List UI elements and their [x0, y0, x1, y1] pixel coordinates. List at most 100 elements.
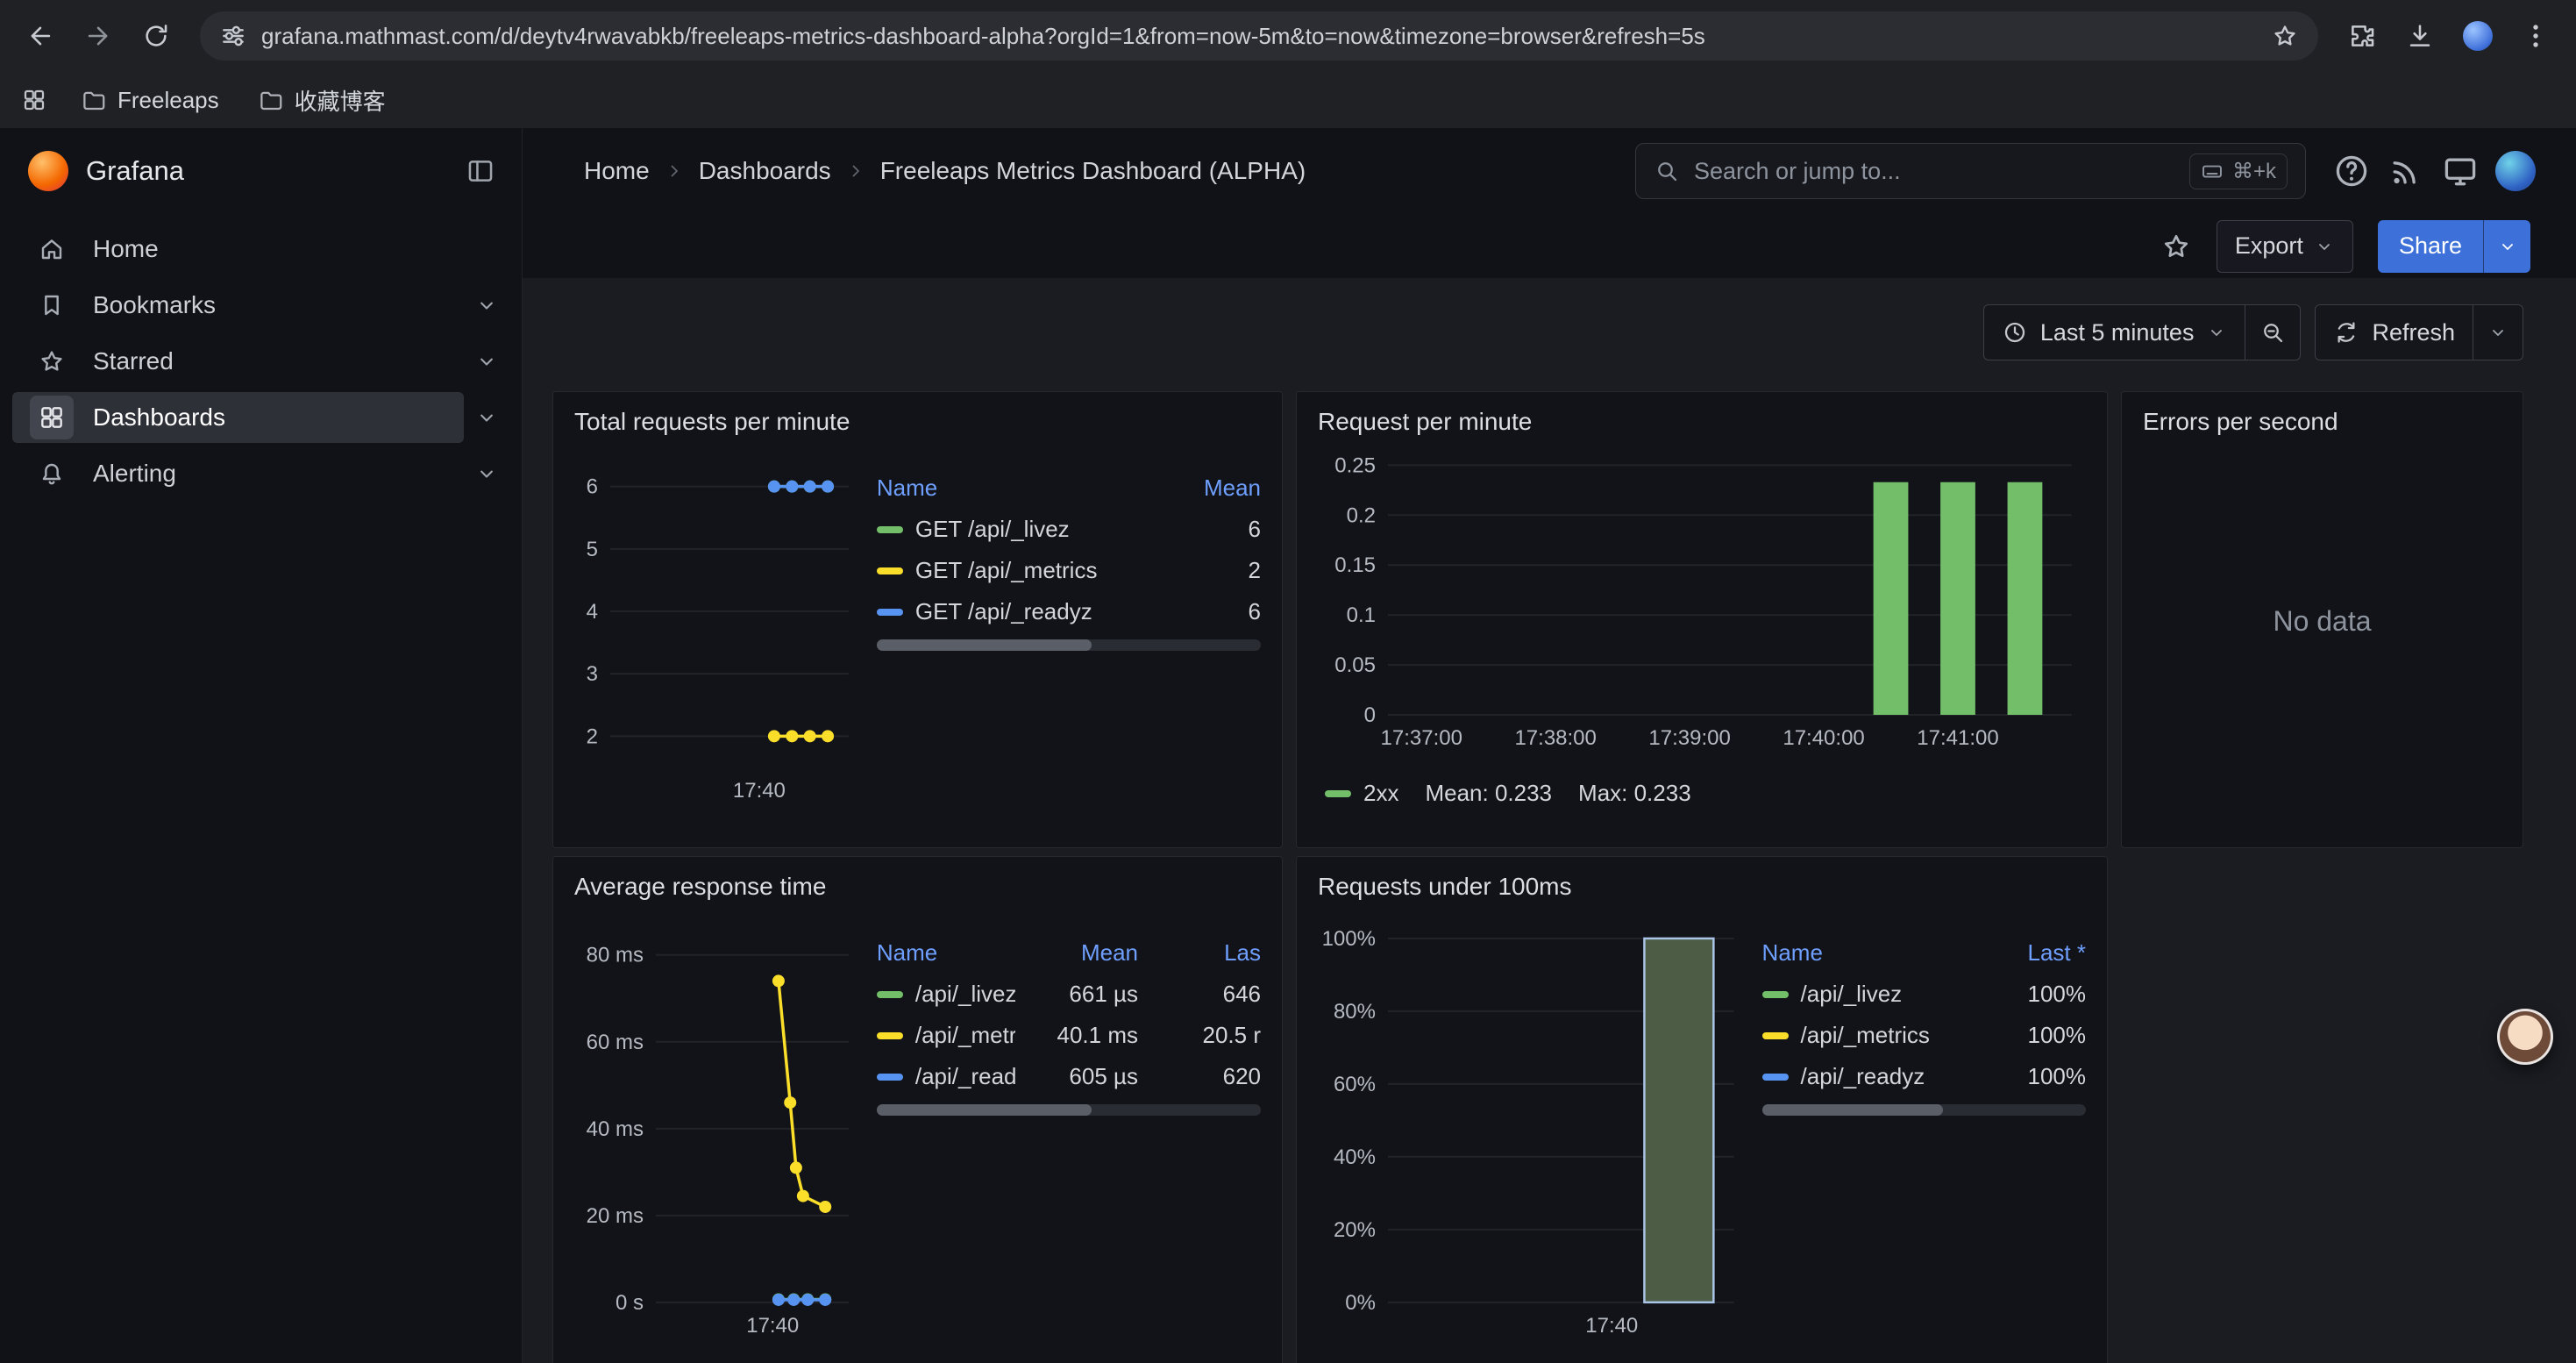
zoom-out-button[interactable]: [2245, 305, 2300, 360]
bookmark-folder[interactable]: Freeleaps: [81, 84, 219, 117]
legend-row[interactable]: /api/_metrics100%: [1762, 1015, 2086, 1056]
legend-scrollbar[interactable]: [877, 639, 1261, 651]
news-feed-icon[interactable]: [2387, 152, 2425, 190]
url-text[interactable]: grafana.mathmast.com/d/deytv4rwavabkb/fr…: [261, 23, 2257, 50]
breadcrumb-item[interactable]: Freeleaps Metrics Dashboard (ALPHA): [880, 157, 1306, 185]
series-swatch: [1762, 991, 1789, 998]
downloads-icon[interactable]: [2395, 11, 2444, 61]
legend-value: 100%: [1963, 981, 2086, 1008]
help-icon[interactable]: [2332, 152, 2371, 190]
legend-series-name[interactable]: /api/_metrics: [1762, 1022, 1963, 1049]
legend-row[interactable]: /api/_livez100%: [1762, 974, 2086, 1015]
legend-row[interactable]: /api/_metrics40.1 ms20.5 r: [877, 1015, 1261, 1056]
legend-table: NameMeanLas/api/_livez661 µs646/api/_met…: [863, 906, 1261, 1345]
reload-icon[interactable]: [132, 11, 181, 61]
sidebar-item-alerting[interactable]: Alerting: [0, 446, 522, 502]
legend-series-name[interactable]: /api/_livez: [1762, 981, 1963, 1008]
share-caret[interactable]: [2483, 220, 2530, 273]
chevron-down-icon[interactable]: [474, 349, 499, 374]
forward-icon[interactable]: [74, 11, 123, 61]
chart-average-response-time[interactable]: 0 s20 ms40 ms60 ms80 ms17:40: [574, 906, 863, 1345]
chevron-down-icon: [2206, 322, 2227, 343]
favorite-star-icon[interactable]: [2160, 231, 2192, 262]
series-swatch: [1325, 790, 1351, 797]
legend-series-name[interactable]: /api/_livez: [877, 981, 1015, 1008]
sidebar-toggle-icon[interactable]: [466, 156, 495, 186]
user-avatar[interactable]: [2495, 151, 2536, 191]
export-label: Export: [2235, 232, 2303, 260]
sidebar-item-label: Alerting: [93, 460, 176, 488]
svg-text:17:41:00: 17:41:00: [1917, 726, 1998, 750]
legend-row[interactable]: GET /api/_readyz6: [877, 591, 1261, 632]
sidebar-item-home[interactable]: Home: [0, 221, 522, 277]
time-range-button[interactable]: Last 5 minutes: [1984, 305, 2245, 360]
assistant-avatar[interactable]: [2497, 1009, 2553, 1065]
legend-scrollbar-thumb[interactable]: [877, 639, 1092, 651]
legend-scrollbar-thumb[interactable]: [1762, 1104, 1944, 1116]
svg-text:20%: 20%: [1334, 1218, 1376, 1242]
sidebar-item-dashboards[interactable]: Dashboards: [0, 389, 522, 446]
chevron-down-icon[interactable]: [474, 405, 499, 430]
monitor-icon[interactable]: [2441, 152, 2480, 190]
legend-series-name[interactable]: GET /api/_readyz: [877, 598, 1138, 625]
extensions-icon[interactable]: [2338, 11, 2387, 61]
legend-value: 620: [1138, 1063, 1261, 1090]
bookmark-star-icon[interactable]: [2271, 22, 2299, 50]
share-label[interactable]: Share: [2378, 220, 2483, 273]
breadcrumb-item[interactable]: Dashboards: [699, 157, 831, 185]
share-button[interactable]: Share: [2378, 220, 2530, 273]
panel-title[interactable]: Total requests per minute: [553, 392, 1282, 441]
url-bar[interactable]: grafana.mathmast.com/d/deytv4rwavabkb/fr…: [200, 11, 2318, 61]
legend-scrollbar[interactable]: [1762, 1104, 2086, 1116]
svg-text:17:39:00: 17:39:00: [1648, 726, 1730, 750]
legend-series-name[interactable]: GET /api/_livez: [877, 516, 1138, 543]
chevron-down-icon[interactable]: [474, 293, 499, 318]
legend-scrollbar[interactable]: [877, 1104, 1261, 1116]
bookmark-folder[interactable]: 收藏博客: [258, 84, 386, 117]
svg-text:6: 6: [587, 475, 598, 499]
legend-scrollbar-thumb[interactable]: [877, 1104, 1092, 1116]
refresh-button[interactable]: Refresh: [2316, 305, 2473, 360]
svg-text:0%: 0%: [1345, 1291, 1376, 1315]
panel-title[interactable]: Errors per second: [2122, 392, 2523, 441]
legend-row[interactable]: /api/_readyz100%: [1762, 1056, 2086, 1097]
legend-row[interactable]: /api/_livez661 µs646: [877, 974, 1261, 1015]
legend-series-name[interactable]: /api/_readyz: [1762, 1063, 1963, 1090]
profile-avatar[interactable]: [2453, 11, 2502, 61]
svg-text:80%: 80%: [1334, 1000, 1376, 1024]
svg-text:0: 0: [1364, 703, 1376, 727]
home-icon: [30, 227, 74, 271]
sidebar-item-label: Bookmarks: [93, 291, 216, 319]
panel-title[interactable]: Request per minute: [1297, 392, 2107, 441]
legend-series-name[interactable]: 2xx: [1325, 780, 1398, 807]
export-button[interactable]: Export: [2217, 220, 2353, 273]
legend-row[interactable]: GET /api/_livez6: [877, 509, 1261, 550]
site-settings-icon[interactable]: [219, 22, 247, 50]
browser-toolbar: grafana.mathmast.com/d/deytv4rwavabkb/fr…: [0, 0, 2576, 72]
menu-kebab-icon[interactable]: [2511, 11, 2560, 61]
legend-row[interactable]: GET /api/_metrics2: [877, 550, 1261, 591]
refresh-interval-caret[interactable]: [2473, 305, 2523, 360]
sidebar-item-starred[interactable]: Starred: [0, 333, 522, 389]
sidebar-item-label: Home: [93, 235, 159, 263]
apps-grid-icon[interactable]: [21, 87, 47, 113]
back-icon[interactable]: [16, 11, 65, 61]
search-input[interactable]: [1694, 158, 2175, 185]
panel-title[interactable]: Average response time: [553, 857, 1282, 906]
chevron-down-icon[interactable]: [474, 461, 499, 486]
legend-series-name[interactable]: GET /api/_metrics: [877, 557, 1138, 584]
panel-title[interactable]: Requests under 100ms: [1297, 857, 2107, 906]
svg-text:0.2: 0.2: [1347, 503, 1376, 527]
chart-request-per-minute[interactable]: 00.050.10.150.20.2517:37:0017:38:0017:39…: [1318, 441, 2086, 757]
legend-row[interactable]: /api/_readyz605 µs620: [877, 1056, 1261, 1097]
chart-total-requests[interactable]: 2345617:40: [574, 441, 863, 810]
breadcrumb-item[interactable]: Home: [584, 157, 650, 185]
grafana-logo[interactable]: [28, 151, 68, 191]
chart-requests-under-100ms[interactable]: 0%20%40%60%80%100%17:40: [1318, 906, 1748, 1345]
svg-text:17:40:00: 17:40:00: [1783, 726, 1864, 750]
sidebar-item-bookmarks[interactable]: Bookmarks: [0, 277, 522, 333]
legend-series-name[interactable]: /api/_readyz: [877, 1063, 1015, 1090]
svg-text:40 ms: 40 ms: [587, 1117, 644, 1141]
legend-series-name[interactable]: /api/_metrics: [877, 1022, 1015, 1049]
search-box[interactable]: ⌘+k: [1635, 143, 2306, 199]
